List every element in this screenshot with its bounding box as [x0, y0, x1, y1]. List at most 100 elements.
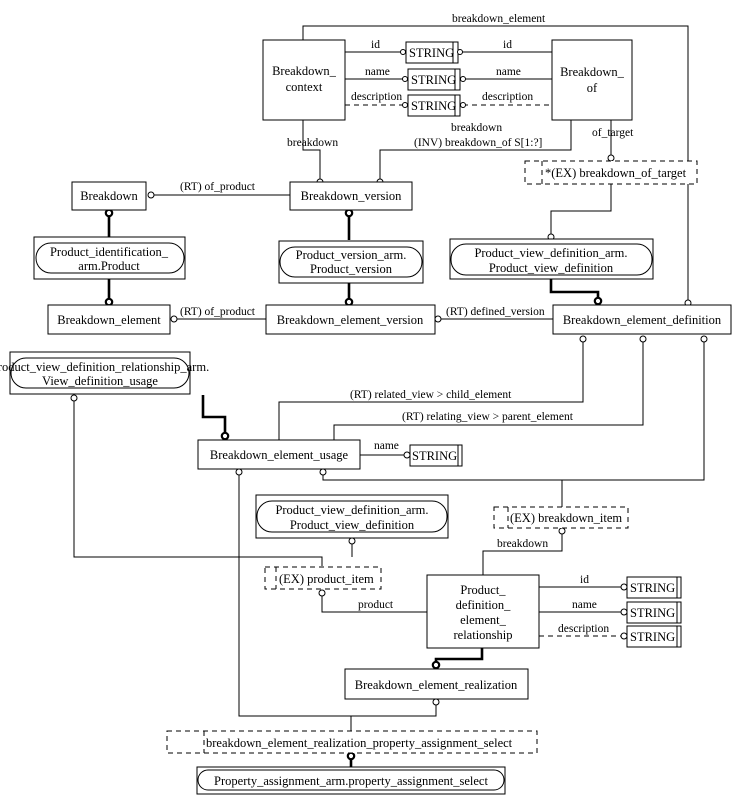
label-name: name	[374, 440, 399, 452]
type-label: STRING	[409, 46, 454, 60]
select-label: *(EX) breakdown_of_target	[545, 166, 687, 180]
label-rt-of-product: (RT) of_product	[180, 306, 256, 318]
label-name: name	[365, 66, 390, 78]
type-string-usage-name[interactable]: STRING	[409, 444, 463, 467]
select-label: (EX) product_item	[279, 572, 374, 586]
express-g-diagram: Breakdown_ context Breakdown_ of STRING …	[0, 13, 732, 795]
subtype-circle	[593, 296, 603, 306]
ref-pvd-top[interactable]: Product_view_definition_arm. Product_vie…	[449, 238, 654, 280]
ref-pvd-bottom[interactable]: Product_view_definition_arm. Product_vie…	[255, 494, 449, 539]
line-end-circle	[579, 335, 587, 343]
ref-product-identification[interactable]: Product_identification_ arm.Product	[33, 236, 186, 280]
label-name: name	[496, 66, 521, 78]
entity-label: Breakdown_element_definition	[563, 313, 722, 327]
type-label: STRING	[630, 630, 675, 644]
label-breakdown: breakdown	[287, 137, 338, 149]
line-realization-select	[350, 705, 437, 731]
line-end-circle	[318, 589, 326, 597]
entity-pder[interactable]: Product_ definition_ element_ relationsh…	[426, 574, 540, 649]
type-string-pder-name[interactable]: STRING	[626, 601, 682, 624]
entity-label: of	[587, 81, 598, 95]
entity-breakdown-context[interactable]: Breakdown_ context	[262, 39, 346, 121]
entity-label: Breakdown_	[560, 65, 625, 79]
label-id: id	[503, 39, 512, 51]
ref-product-version[interactable]: Product_version_arm. Product_version	[278, 240, 424, 284]
ref-pvdr[interactable]: Product_view_definition_relationship_arm…	[0, 351, 209, 395]
type-label: STRING	[412, 449, 457, 463]
line-end-circle	[348, 537, 356, 545]
line-end-circle	[70, 394, 78, 402]
subtype-circle	[344, 297, 354, 307]
type-string-name[interactable]: STRING	[402, 68, 466, 91]
type-label: STRING	[411, 99, 456, 113]
type-label: STRING	[630, 606, 675, 620]
entity-breakdown-element-version[interactable]: Breakdown_element_version	[265, 304, 436, 335]
entity-label: Breakdown_version	[301, 189, 402, 203]
ref-label: Product_view_definition_arm.	[275, 503, 428, 517]
label-description: description	[482, 91, 533, 103]
ref-label: View_definition_usage	[42, 374, 158, 388]
ref-label: Product_identification_	[50, 245, 169, 259]
select-berpas[interactable]: breakdown_element_realization_property_a…	[166, 730, 538, 754]
ref-property-assignment[interactable]: Property_assignment_arm.property_assignm…	[196, 766, 506, 795]
line-pvdr-usage-subtype	[201, 395, 227, 434]
ref-label: Product_version_arm.	[296, 248, 407, 262]
ref-label: Product_view_definition_relationship_arm…	[0, 360, 209, 374]
label-id: id	[580, 574, 589, 586]
entity-breakdown[interactable]: Breakdown	[71, 181, 147, 211]
subtype-circle	[346, 751, 356, 761]
label-breakdown: breakdown	[497, 538, 548, 550]
label-product: product	[358, 599, 394, 611]
select-product-item[interactable]: (EX) product_item	[264, 566, 382, 590]
line-pvdr-product-item	[73, 401, 323, 566]
entity-breakdown-element-definition[interactable]: Breakdown_element_definition	[552, 304, 732, 335]
line-end-circle	[607, 154, 615, 162]
line-end-circle	[403, 451, 411, 459]
subtype-circle	[344, 208, 354, 218]
entity-label: Breakdown_element_usage	[210, 448, 349, 462]
entity-label: Breakdown_element	[57, 313, 161, 327]
select-breakdown-of-target[interactable]: *(EX) breakdown_of_target	[524, 160, 698, 185]
label-breakdown-element: breakdown_element	[452, 13, 546, 25]
entity-label: Breakdown_element_realization	[355, 678, 518, 692]
type-label: STRING	[411, 73, 456, 87]
subtype-circle	[104, 297, 114, 307]
entity-label: definition_	[456, 598, 512, 612]
line-end-circle	[170, 315, 178, 323]
ref-label: Product_version	[310, 262, 393, 276]
type-string-description[interactable]: STRING	[402, 94, 466, 117]
label-rt-of-product: (RT) of_product	[180, 181, 256, 193]
line-target-pvd	[550, 184, 612, 235]
type-string-pder-id[interactable]: STRING	[626, 576, 682, 599]
label-breakdown: breakdown	[451, 122, 502, 134]
ref-label: Product_view_definition_arm.	[474, 246, 627, 260]
label-inv-breakdown-of: (INV) breakdown_of S[1:?]	[414, 137, 542, 149]
line-context-breakdown	[302, 120, 321, 179]
entity-label: relationship	[453, 628, 512, 642]
label-rt-relating-view: (RT) relating_view > parent_element	[402, 411, 574, 423]
label-id: id	[371, 39, 380, 51]
line-end-circle	[700, 335, 708, 343]
label-description: description	[558, 623, 609, 635]
ref-label: Property_assignment_arm.property_assignm…	[214, 774, 488, 788]
label-rt-defined-version: (RT) defined_version	[446, 306, 545, 318]
line-pvd-definition-subtype	[549, 279, 600, 300]
line-end-circle	[620, 583, 628, 591]
entity-breakdown-element-realization[interactable]: Breakdown_element_realization	[344, 668, 529, 700]
subtype-circle	[220, 431, 230, 441]
label-rt-related-view: (RT) related_view > child_element	[350, 389, 512, 401]
type-string-pder-description[interactable]: STRING	[626, 625, 682, 648]
type-string-id[interactable]: STRING	[400, 41, 463, 64]
entity-breakdown-version[interactable]: Breakdown_version	[289, 181, 413, 211]
subtype-circle	[431, 660, 441, 670]
entity-breakdown-element-usage[interactable]: Breakdown_element_usage	[197, 439, 361, 470]
ref-label: Product_view_definition	[290, 518, 415, 532]
entity-breakdown-of[interactable]: Breakdown_ of	[551, 39, 633, 121]
select-breakdown-item[interactable]: (EX) breakdown_item	[493, 506, 629, 529]
entity-label: Product_	[460, 583, 506, 597]
label-name: name	[572, 599, 597, 611]
entity-breakdown-element[interactable]: Breakdown_element	[47, 304, 171, 335]
line-pder-realization-subtype	[434, 648, 484, 664]
line-end-circle	[639, 335, 647, 343]
entity-label: Breakdown_	[272, 64, 337, 78]
